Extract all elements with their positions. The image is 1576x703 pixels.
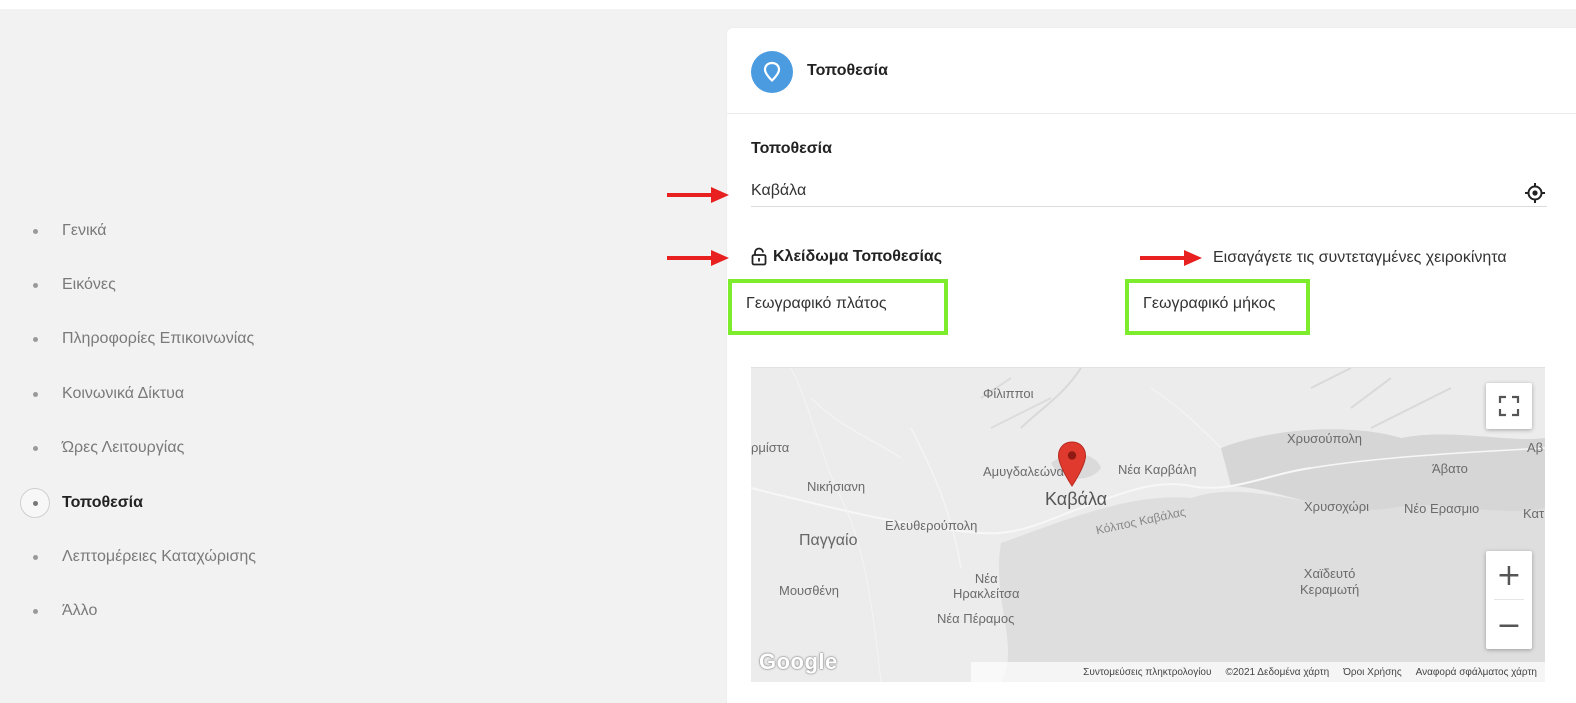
longitude-highlight: [1125, 279, 1310, 335]
map-pin-icon: [751, 51, 793, 93]
sidebar-item-label: Ώρες Λειτουργίας: [62, 439, 185, 456]
map-attribution: Συντομεύσεις πληκτρολογίου ©2021 Δεδομέν…: [971, 662, 1545, 682]
zoom-divider: [1494, 599, 1524, 600]
google-logo: Google: [759, 649, 838, 674]
sidebar-item-label: Εικόνες: [62, 276, 116, 293]
fullscreen-button[interactable]: [1486, 383, 1532, 429]
crosshair-icon[interactable]: [1524, 182, 1546, 204]
longitude-input[interactable]: [1143, 295, 1303, 313]
keyboard-shortcuts-link[interactable]: Συντομεύσεις πληκτρολογίου: [1083, 667, 1211, 678]
manual-coordinates-link[interactable]: Εισαγάγετε τις συντεταγμένες χειροκίνητα: [1213, 249, 1507, 267]
sidebar-item-label: Άλλο: [62, 602, 98, 619]
latitude-input[interactable]: [746, 295, 926, 313]
latitude-highlight: [728, 279, 948, 335]
sidebar-item-location[interactable]: Τοποθεσία: [20, 488, 143, 518]
sidebar-item-label: Πληροφορίες Επικοινωνίας: [62, 330, 255, 347]
bullet-icon: [20, 270, 50, 300]
section-sidebar: Γενικά Εικόνες Πληροφορίες Επικοινωνίας …: [0, 0, 700, 703]
map-label: Μουσθένη: [779, 583, 839, 598]
red-arrow-icon: [1140, 250, 1202, 266]
location-card: Τοποθεσία Τοποθεσία Κλείδωμα Τοποθεσίας …: [727, 28, 1576, 703]
bullet-icon: [20, 216, 50, 246]
zoom-out-button[interactable]: −: [1486, 601, 1532, 649]
bullet-icon: [20, 488, 50, 518]
report-error-link[interactable]: Αναφορά σφάλματος χάρτη: [1416, 667, 1537, 678]
map-label: Φίλιπποι: [983, 386, 1034, 401]
map-label: Χρυσούπολη: [1287, 431, 1363, 446]
card-title: Τοποθεσία: [807, 62, 888, 79]
location-label: Τοποθεσία: [751, 140, 832, 157]
lock-location-label: Κλείδωμα Τοποθεσίας: [773, 247, 943, 265]
sidebar-item-images[interactable]: Εικόνες: [20, 270, 116, 300]
bullet-icon: [20, 324, 50, 354]
fullscreen-icon: [1498, 395, 1520, 417]
location-input[interactable]: [751, 176, 1547, 207]
sidebar-item-opening-hours[interactable]: Ώρες Λειτουργίας: [20, 433, 184, 463]
lock-icon: [751, 247, 767, 266]
map-label: Χαϊδευτό Κεραμωτή: [1300, 566, 1360, 597]
zoom-in-button[interactable]: +: [1486, 551, 1532, 599]
red-arrow-icon: [667, 187, 729, 203]
sidebar-item-general[interactable]: Γενικά: [20, 216, 107, 246]
terms-link[interactable]: Όροι Χρήσης: [1343, 667, 1401, 678]
bullet-icon: [20, 542, 50, 572]
map-label: Χρυσοχώρι: [1304, 499, 1369, 514]
sidebar-item-label: Κοινωνικά Δίκτυα: [62, 385, 185, 402]
map-label: Παγγαίο: [799, 532, 858, 549]
map-label: Αβ: [1527, 440, 1544, 455]
red-arrow-icon: [667, 250, 729, 266]
sidebar-item-label: Γενικά: [62, 222, 107, 239]
map-label: Καβάλα: [1045, 489, 1108, 509]
map-label: Άβατο: [1432, 461, 1468, 476]
sidebar-item-social-networks[interactable]: Κοινωνικά Δίκτυα: [20, 379, 184, 409]
sidebar-item-label: Τοποθεσία: [62, 494, 143, 511]
sidebar-item-other[interactable]: Άλλο: [20, 596, 97, 626]
location-map[interactable]: Φίλιπποι ρμίστα Χρυσούπολη Αβ Άβατο Αμυγ…: [751, 367, 1545, 682]
map-label: Ελευθερούπολη: [885, 518, 978, 533]
bullet-icon: [20, 596, 50, 626]
map-label: Κατ: [1523, 506, 1545, 521]
map-label: Νέα Ηρακλείτσα: [953, 571, 1020, 601]
sidebar-item-label: Λεπτομέρειες Καταχώρισης: [62, 548, 256, 565]
card-header: Τοποθεσία: [727, 28, 1576, 114]
map-label: ρμίστα: [751, 440, 790, 455]
map-label: Νέα Καρβάλη: [1118, 462, 1197, 477]
map-marker-icon[interactable]: [1057, 441, 1087, 487]
map-label: Νέα Πέραμος: [937, 611, 1015, 626]
zoom-control: + −: [1486, 551, 1532, 649]
map-data-credit: ©2021 Δεδομένα χάρτη: [1225, 666, 1330, 678]
sidebar-item-contact-info[interactable]: Πληροφορίες Επικοινωνίας: [20, 324, 254, 354]
map-label: Νικήσιανη: [807, 479, 866, 494]
bullet-icon: [20, 433, 50, 463]
sidebar-item-listing-details[interactable]: Λεπτομέρειες Καταχώρισης: [20, 542, 256, 572]
map-label: Νέο Ερασμιο: [1404, 501, 1480, 516]
lock-location-toggle[interactable]: Κλείδωμα Τοποθεσίας: [751, 247, 942, 266]
bullet-icon: [20, 379, 50, 409]
